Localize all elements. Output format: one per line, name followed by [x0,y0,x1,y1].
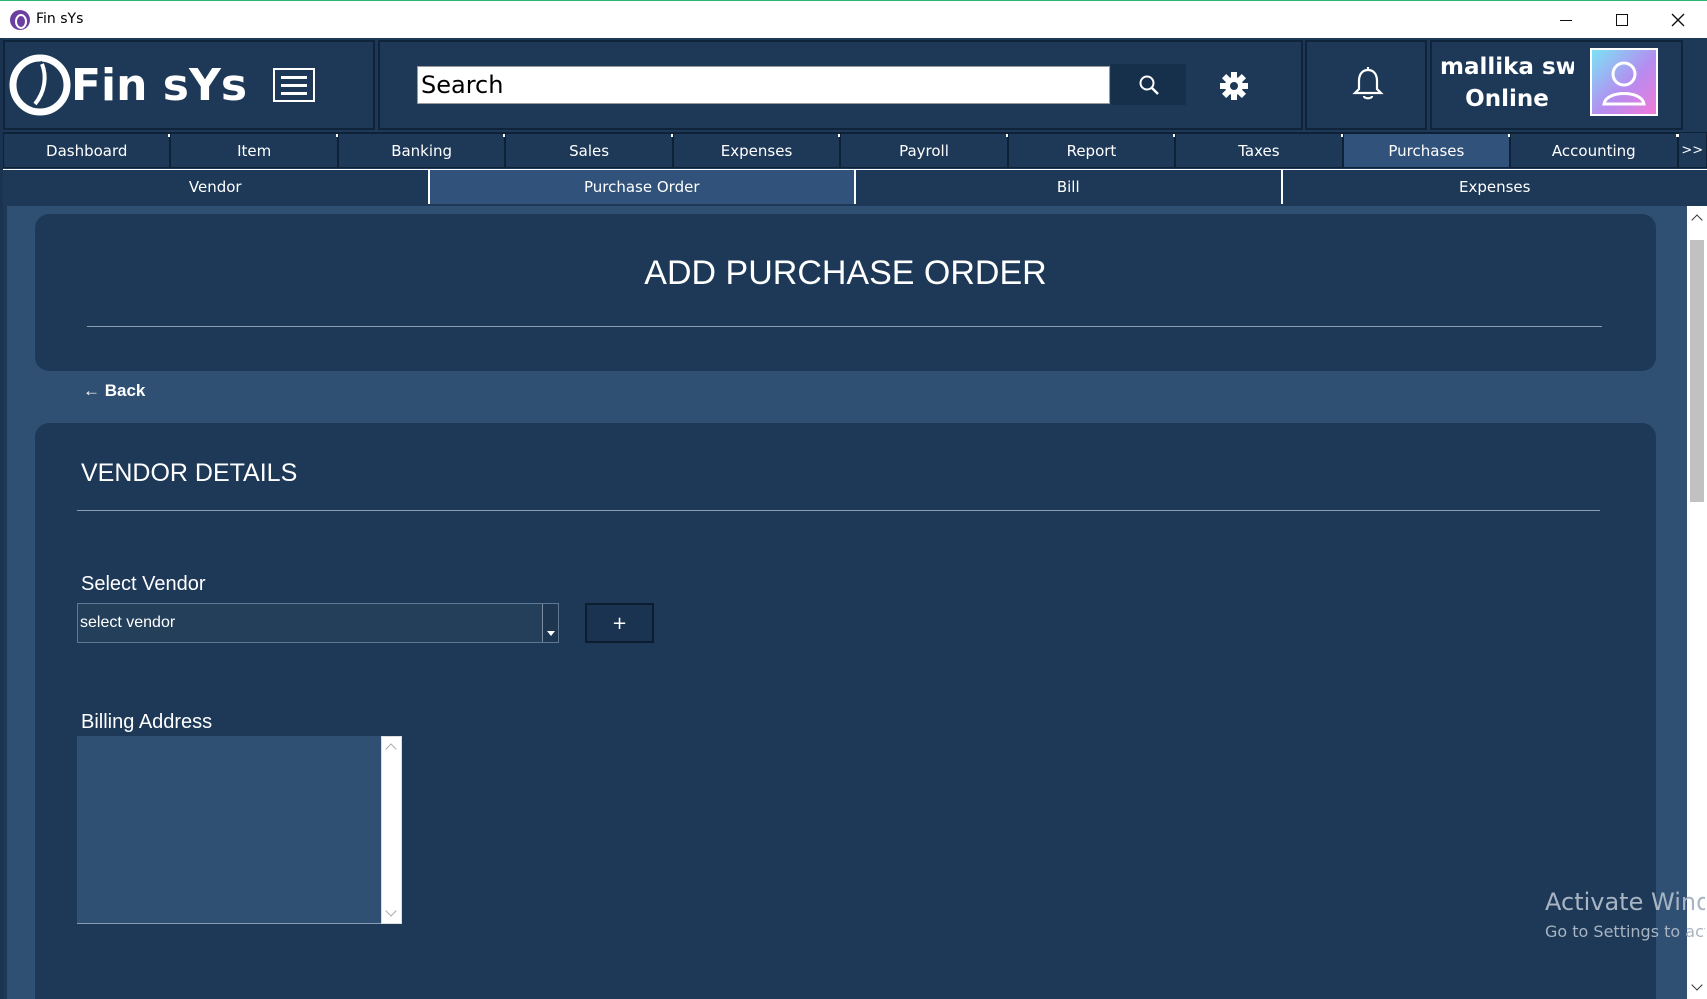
activation-watermark: Activate Windows Go to Settings to activ… [1545,888,1705,941]
app-icon [10,10,30,30]
tab-dashboard[interactable]: Dashboard [3,132,172,168]
tab-purchases[interactable]: Purchases [1342,132,1512,168]
tabs-more-button[interactable]: >> [1677,132,1707,168]
window-title: Fin sYs [36,11,84,27]
tab-expenses[interactable]: Expenses [672,132,842,168]
bell-icon[interactable] [1351,66,1385,102]
logo-panel: Fin sYs [3,40,375,130]
billing-address-label: Billing Address [81,711,213,733]
menu-icon-bar [281,75,307,79]
hamburger-menu-button[interactable] [273,68,315,102]
scroll-down-icon[interactable] [1691,979,1703,991]
subtab-bill[interactable]: Bill [856,170,1281,204]
billing-address-textarea[interactable] [77,736,382,924]
vendor-select-value: select vendor [80,614,176,631]
add-vendor-button[interactable]: + [585,603,654,643]
close-icon [1671,13,1685,27]
divider [87,326,1602,327]
maximize-icon [1616,14,1628,26]
vendor-select[interactable]: select vendor [77,603,559,643]
window-titlebar: Fin sYs [0,0,1707,38]
app-window: Fin sYs Search mallika sw Online Dashboa… [0,38,1707,999]
back-link[interactable]: ← Back [83,381,145,401]
avatar[interactable] [1590,48,1658,116]
watermark-line1: Activate Windows [1545,888,1705,916]
search-panel: Search [378,40,1303,130]
tab-taxes[interactable]: Taxes [1175,132,1345,168]
scroll-down-icon[interactable] [385,905,397,917]
subtab-expenses[interactable]: Expenses [1282,170,1707,204]
search-input[interactable]: Search [417,66,1110,104]
tab-sales[interactable]: Sales [505,132,675,168]
content-area: ADD PURCHASE ORDER ← Back VENDOR DETAILS… [7,206,1687,999]
user-panel[interactable]: mallika sweets Online [1430,40,1683,130]
subtab-purchase-order[interactable]: Purchase Order [429,170,854,204]
search-button[interactable] [1111,64,1186,105]
tab-item[interactable]: Item [170,132,340,168]
minimize-icon [1560,19,1572,21]
menu-icon-bar [281,83,307,87]
title-card: ADD PURCHASE ORDER [35,214,1656,371]
minimize-button[interactable] [1538,1,1594,39]
scroll-up-icon[interactable] [385,743,397,755]
main-tabs: Dashboard Item Banking Sales Expenses Pa… [3,132,1707,168]
divider [77,510,1600,511]
user-status: Online [1465,86,1549,112]
page-scrollbar[interactable] [1687,206,1707,999]
close-button[interactable] [1650,1,1706,39]
tab-banking[interactable]: Banking [337,132,507,168]
billing-address-scrollbar[interactable] [381,736,402,924]
user-name: mallika sweets [1440,54,1574,80]
tab-payroll[interactable]: Payroll [840,132,1010,168]
search-icon [1139,75,1159,95]
vendor-details-card: VENDOR DETAILS Select Vendor select vend… [35,423,1656,999]
sub-tabs: Vendor Purchase Order Bill Expenses [3,169,1707,204]
scrollbar-thumb[interactable] [1690,240,1704,502]
gear-icon[interactable] [1216,68,1252,104]
section-title: VENDOR DETAILS [81,459,298,487]
page-title: ADD PURCHASE ORDER [644,254,1047,292]
notification-panel [1305,40,1427,130]
logo-icon [9,54,71,116]
tab-report[interactable]: Report [1007,132,1177,168]
tab-accounting[interactable]: Accounting [1510,132,1679,168]
logo-text: Fin sYs [71,60,248,111]
subtab-vendor[interactable]: Vendor [3,170,428,204]
user-icon [1602,61,1646,106]
select-vendor-label: Select Vendor [81,573,206,595]
watermark-line2: Go to Settings to activate Windows. [1545,922,1705,941]
menu-icon-bar [281,91,307,95]
scroll-up-icon[interactable] [1691,214,1703,226]
maximize-button[interactable] [1594,1,1650,39]
chevron-down-icon[interactable] [542,604,558,642]
